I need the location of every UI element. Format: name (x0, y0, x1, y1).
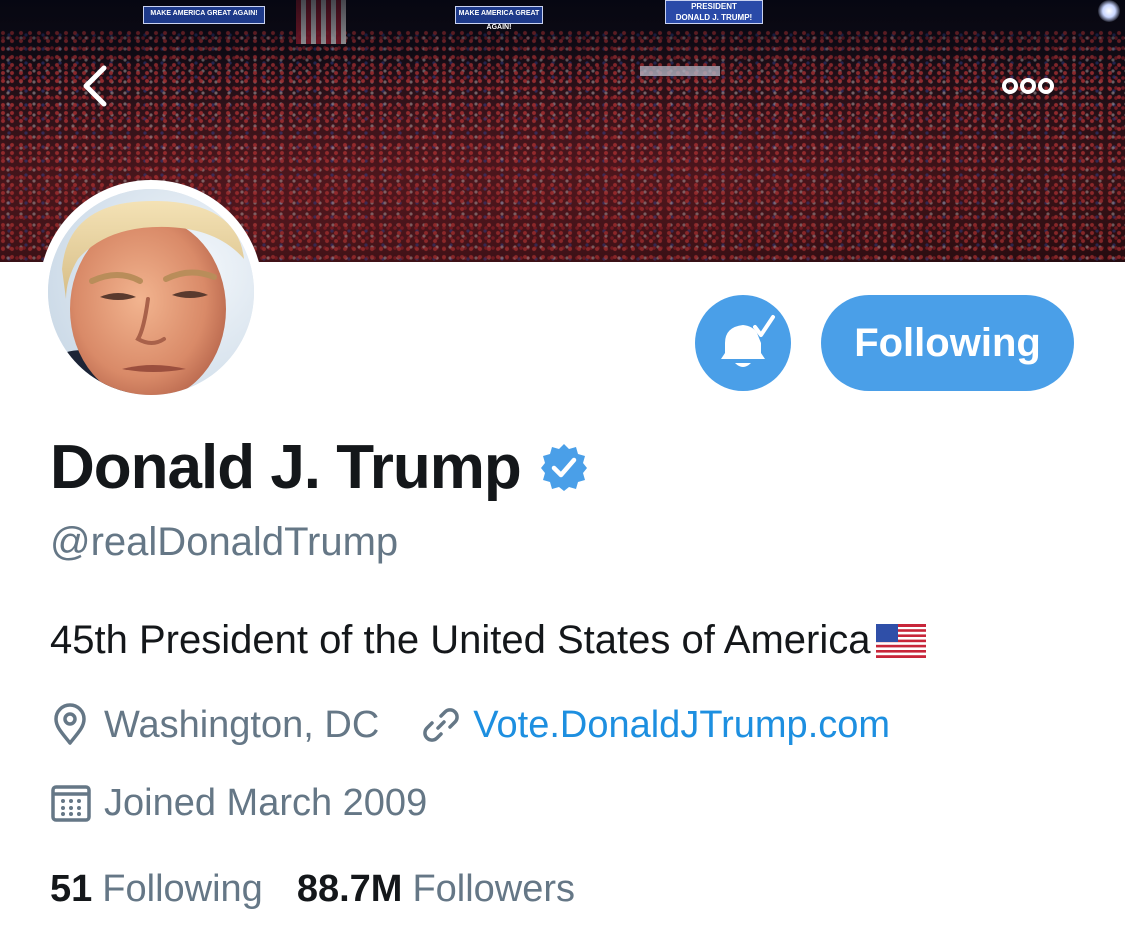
following-button[interactable]: Following (821, 295, 1074, 391)
avatar-portrait-image (48, 189, 254, 395)
profile-website-link[interactable]: Vote.DonaldJTrump.com (473, 704, 890, 747)
back-button[interactable] (78, 62, 118, 110)
followers-count: 88.7M (296, 867, 403, 910)
profile-bio: 45th President of the United States of A… (50, 618, 927, 663)
profile-avatar[interactable] (39, 180, 263, 404)
profile-name-row: Donald J. Trump (50, 432, 589, 502)
notifications-button[interactable] (695, 295, 791, 391)
profile-name: Donald J. Trump (50, 432, 522, 502)
more-options-button[interactable] (1000, 72, 1060, 100)
profile-joined-date: Joined March 2009 (104, 781, 428, 824)
location-pin-icon (54, 703, 86, 745)
banner-sign-right: PRESIDENT DONALD J. TRUMP! (665, 0, 763, 24)
banner-sign-right-bottom: DONALD J. TRUMP! (675, 13, 753, 22)
avatar (48, 189, 254, 395)
profile-joined-row: Joined March 2009 (50, 778, 427, 828)
bell-check-icon (721, 315, 775, 367)
following-label: Following (102, 867, 263, 910)
following-count: 51 (50, 867, 93, 910)
profile-meta-row: Washington, DC Vote.DonaldJTrump.com (50, 700, 890, 750)
profile-stats-row: 51 Following 88.7M Followers (50, 864, 575, 914)
banner-sign-center: MAKE AMERICA GREAT AGAIN! (455, 6, 543, 31)
more-horizontal-icon (1002, 78, 1054, 94)
verified-badge-icon (540, 444, 587, 491)
banner-stage-light (1098, 0, 1120, 22)
banner-sign-right-top: PRESIDENT (691, 2, 737, 11)
bio-text: 45th President of the United States of A… (50, 618, 871, 662)
calendar-icon (51, 785, 91, 822)
profile-location: Washington, DC (104, 703, 380, 746)
following-stat[interactable]: 51 Following (50, 868, 263, 911)
profile-handle: @realDonaldTrump (50, 520, 399, 564)
followers-label: Followers (412, 867, 576, 910)
us-flag-emoji (876, 623, 927, 658)
banner-sign-left: MAKE AMERICA GREAT AGAIN! (143, 6, 265, 24)
chevron-left-icon (83, 65, 107, 107)
followers-stat[interactable]: 88.7M Followers (297, 868, 575, 911)
link-icon (423, 708, 460, 742)
